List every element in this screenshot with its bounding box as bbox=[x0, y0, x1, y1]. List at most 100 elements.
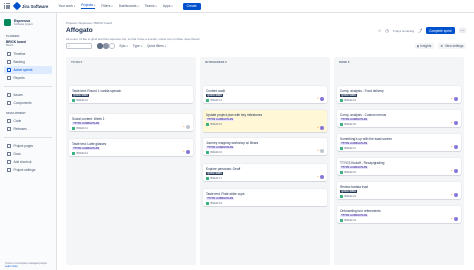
epic-filter[interactable]: Epic ▾ bbox=[120, 44, 128, 48]
card-title: Something's up with the toast screen bbox=[340, 136, 392, 141]
quick-filters[interactable]: Quick filters ▾ bbox=[147, 44, 166, 48]
epic-label: TTYCS LAUNCH PLAN bbox=[340, 213, 369, 218]
story-icon bbox=[72, 151, 75, 155]
issue-card[interactable]: TTYCS Kickoff - Recap/grading TTYCS LAUN… bbox=[337, 158, 461, 175]
clock-icon: ◷ bbox=[385, 28, 389, 33]
story-icon bbox=[206, 201, 209, 205]
issue-key: BREW-19 bbox=[344, 98, 356, 102]
issue-card[interactable]: Update project plan with key milestones … bbox=[203, 110, 327, 132]
sprint-goal: As a user, I'd like to grind and then es… bbox=[66, 37, 201, 41]
column-header: DONE 6 bbox=[339, 59, 350, 64]
card-title: TTYCS Kickoff - Recap/grading bbox=[340, 160, 385, 165]
avatar[interactable] bbox=[97, 43, 103, 49]
board-main: Projects / Espresso / BRICK board Affoga… bbox=[57, 13, 474, 270]
nav-your-work[interactable]: Your work ▾ bbox=[58, 4, 75, 8]
avatar bbox=[454, 216, 458, 221]
sidebar-item-active-sprints[interactable]: Active sprints bbox=[4, 66, 52, 74]
nav-teams[interactable]: Teams ▾ bbox=[145, 4, 157, 8]
issue-card[interactable]: Onboarding tour refinements TTYCS LAUNCH… bbox=[337, 206, 461, 223]
view-settings-button[interactable]: ⚙ View settings bbox=[437, 43, 466, 49]
header-actions: ☆ ◷ 5 days remaining ⤴ Complete sprint ·… bbox=[378, 27, 466, 34]
sidebar-item-reports[interactable]: Reports bbox=[4, 74, 52, 82]
story-icon bbox=[340, 170, 343, 174]
issue-card[interactable]: Review barista trust QUICK WINS BREW-23 … bbox=[337, 182, 461, 199]
issue-card[interactable]: Content audit QUICK WINS BREW-14 ≡ bbox=[203, 86, 327, 103]
card-title: Social content: Week 1 bbox=[72, 116, 105, 121]
app-switcher-icon[interactable] bbox=[4, 3, 10, 9]
issue-card[interactable]: Comp. analysis - Food delivery QUICK WIN… bbox=[337, 86, 461, 103]
toolbar-right: ▮ Insights ⚙ View settings bbox=[414, 43, 466, 49]
avatar[interactable] bbox=[109, 43, 115, 49]
insights-button[interactable]: ▮ Insights bbox=[414, 43, 434, 49]
create-button[interactable]: Create bbox=[182, 2, 201, 10]
breadcrumb[interactable]: Projects / Espresso / BRICK board bbox=[66, 21, 112, 25]
epic-label: TTYCS LAUNCH PLAN bbox=[206, 145, 235, 150]
issue-key: BREW-22 bbox=[344, 170, 356, 174]
story-icon bbox=[206, 176, 209, 180]
gear-icon bbox=[7, 168, 11, 172]
card-title: Comp. analysis - Food delivery bbox=[340, 88, 384, 93]
sidebar-item-project-pages[interactable]: Project pages bbox=[4, 142, 52, 150]
share-icon[interactable]: ⤴ bbox=[418, 28, 422, 34]
jira-logo[interactable]: Jira Software bbox=[12, 1, 48, 11]
epic-label: TTYCS LAUNCH PLAN bbox=[340, 165, 369, 170]
sidebar-item-code[interactable]: Code bbox=[4, 117, 52, 125]
sidebar-item-add-shortcut[interactable]: Add shortcut bbox=[4, 158, 52, 166]
card-title: Journey mapping workshop w/ Bears bbox=[206, 140, 259, 145]
sidebar-item-project-settings[interactable]: Project settings bbox=[4, 166, 52, 174]
ship-icon bbox=[7, 127, 11, 131]
sidebar-item-backlog[interactable]: Backlog bbox=[4, 58, 52, 66]
column-todo: TO DO 5 Taste test: Round 1 vanilla spin… bbox=[66, 57, 196, 265]
timeline-icon bbox=[7, 52, 11, 56]
issue-card[interactable]: Something's up with the toast screen TTY… bbox=[337, 134, 461, 151]
priority-icon: ≡ bbox=[450, 145, 453, 148]
card-title: Taste test: Latte glasses bbox=[72, 141, 107, 146]
page-icon bbox=[7, 144, 11, 148]
search-icon: ⌕ bbox=[68, 44, 71, 48]
issue-card[interactable]: Comp. analysis - Custom menus TTYCS LAUN… bbox=[337, 110, 461, 127]
nav-dashboards[interactable]: Dashboards ▾ bbox=[119, 4, 139, 8]
top-nav-menu: Your work ▾ Projects ▾ Filters ▾ Dashboards… bbox=[58, 2, 201, 10]
issue-key: BREW-16 bbox=[210, 150, 222, 154]
insights-icon: ▮ bbox=[417, 44, 419, 48]
story-icon bbox=[206, 98, 209, 102]
days-remaining: 5 days remaining bbox=[392, 28, 415, 33]
sidebar-item-components[interactable]: Components bbox=[4, 99, 52, 107]
issue-card[interactable]: Social content: Week 1 TTYCS LAUNCH PLAN… bbox=[69, 114, 193, 131]
epic-label: TTYCS LAUNCH PLAN bbox=[340, 117, 369, 122]
planning-heading: PLANNING bbox=[6, 35, 20, 38]
priority-icon: ≡ bbox=[316, 175, 319, 178]
issue-card[interactable]: Taste test: Round 1 vanilla spinach QUIC… bbox=[69, 86, 193, 103]
nav-filters[interactable]: Filters ▾ bbox=[101, 4, 112, 8]
type-filter[interactable]: Type ▾ bbox=[133, 44, 142, 48]
issue-card[interactable]: Taste test: Flate white cups TTYCS LAUNC… bbox=[203, 189, 327, 206]
epic-label: QUICK WINS bbox=[72, 93, 89, 98]
page-title: Affogato bbox=[66, 27, 93, 34]
star-icon[interactable]: ☆ bbox=[378, 28, 382, 33]
story-icon bbox=[340, 122, 343, 126]
priority-icon: ≡ bbox=[450, 169, 453, 172]
nav-apps[interactable]: Apps ▾ bbox=[163, 4, 173, 8]
learn-more-link[interactable]: Learn more bbox=[5, 265, 18, 268]
issue-card[interactable]: Taste test: Latte glasses TTYCS LAUNCH P… bbox=[69, 139, 193, 156]
story-icon bbox=[340, 218, 343, 222]
story-icon bbox=[72, 126, 75, 130]
sidebar-item-issues[interactable]: Issues bbox=[4, 91, 52, 99]
code-icon bbox=[7, 119, 11, 123]
card-title: Comp. analysis - Custom menus bbox=[340, 112, 387, 117]
story-icon bbox=[340, 194, 343, 198]
more-actions-button[interactable]: ··· bbox=[458, 27, 466, 34]
sidebar-item-releases[interactable]: Releases bbox=[4, 125, 52, 133]
issue-card[interactable]: Explore personas: Geoff QUICK WINS BREW-… bbox=[203, 164, 327, 181]
avatar bbox=[320, 148, 324, 153]
avatar bbox=[186, 124, 190, 129]
sidebar-item-timeline[interactable]: Timeline bbox=[4, 50, 52, 58]
project-header[interactable]: Espresso Software project bbox=[4, 19, 52, 26]
priority-icon: ≡ bbox=[450, 121, 453, 124]
issue-card[interactable]: Journey mapping workshop w/ Bears TTYCS … bbox=[203, 138, 327, 155]
complete-sprint-button[interactable]: Complete sprint bbox=[426, 27, 455, 34]
nav-projects[interactable]: Projects ▾ bbox=[81, 3, 96, 9]
sidebar-item-docs[interactable]: Docs bbox=[4, 150, 52, 158]
avatar[interactable] bbox=[103, 43, 109, 49]
search-input[interactable]: ⌕ bbox=[66, 43, 92, 49]
